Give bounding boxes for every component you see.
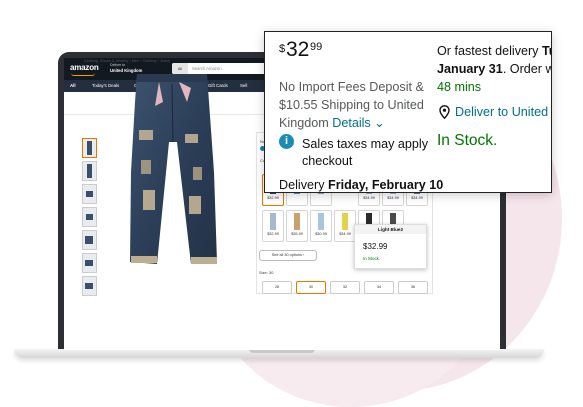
- color-swatch-7[interactable]: $32.99: [262, 210, 284, 242]
- price-currency: $: [279, 43, 286, 55]
- tooltip-price: $32.99: [363, 242, 388, 251]
- thumbnail-1[interactable]: [82, 138, 97, 158]
- size-label: Size: 30: [259, 270, 274, 275]
- thumbnail-6[interactable]: [82, 253, 97, 273]
- thumbnail-4[interactable]: [82, 207, 97, 227]
- tax-line-1: Sales taxes may apply: [302, 137, 428, 151]
- deliver-to-link[interactable]: Deliver to United King: [455, 105, 551, 119]
- in-stock-status: In Stock.: [437, 132, 498, 149]
- thumbnail-3[interactable]: [82, 184, 97, 204]
- size-option-34[interactable]: 34: [364, 281, 394, 294]
- nav-item-todays-deals[interactable]: Today's Deals: [92, 83, 119, 88]
- size-option-30[interactable]: 30: [296, 281, 326, 294]
- deliver-line1: Deliver to: [110, 63, 126, 67]
- thumbnail-2[interactable]: [82, 161, 97, 181]
- zoomed-buy-box: $ 32 99 No Import Fees Deposit & $10.55 …: [264, 31, 552, 193]
- nav-item-sell[interactable]: Sell: [240, 83, 247, 88]
- swatch-tooltip: Light Blue2 $32.99 In Stock.: [354, 224, 427, 269]
- color-swatch-8[interactable]: $35.99: [286, 210, 308, 242]
- see-all-options-button[interactable]: See all 30 options ›: [259, 250, 317, 261]
- thumbnail-7[interactable]: [82, 276, 97, 296]
- fastest-date: January 31: [437, 62, 503, 76]
- location-pin-icon: [439, 105, 450, 119]
- all-menu-button[interactable]: All: [70, 83, 76, 88]
- delivery-date-line: Delivery Friday, February 10: [279, 178, 444, 192]
- details-link[interactable]: Details: [332, 116, 371, 130]
- size-option-36[interactable]: 36: [398, 281, 428, 294]
- tooltip-stock: In Stock.: [363, 256, 381, 261]
- fees-line-3: Kingdom Details ⌄: [279, 116, 385, 130]
- size-option-28[interactable]: 28: [262, 281, 292, 294]
- tooltip-title: Light Blue2: [355, 225, 426, 234]
- size-option-32[interactable]: 32: [330, 281, 360, 294]
- info-icon: i: [279, 134, 294, 149]
- countdown-timer: 48 mins: [437, 80, 482, 94]
- fastest-date-line: January 31. Order wi: [437, 62, 552, 76]
- thumbnail-5[interactable]: [82, 230, 97, 250]
- product-image-jeans[interactable]: [117, 72, 227, 266]
- fastest-delivery-line: Or fastest delivery Tu: [437, 44, 551, 58]
- fees-line-1: No Import Fees Deposit &: [279, 80, 424, 94]
- price-fraction: 99: [310, 41, 323, 53]
- price-whole: 32: [286, 38, 310, 61]
- breadcrumb[interactable]: Clothing, Shoes & Jewelry › Men › Clothi…: [84, 59, 170, 63]
- amazon-smile-icon: [71, 73, 95, 76]
- amazon-logo[interactable]: amazon: [70, 63, 99, 72]
- color-swatch-9[interactable]: $30.99: [310, 210, 332, 242]
- color-swatch-10[interactable]: $34.99: [334, 210, 356, 242]
- fees-line-2: $10.55 Shipping to United: [279, 98, 424, 112]
- tax-line-2: checkout: [302, 154, 353, 168]
- delivery-date: Friday, February 10: [328, 178, 444, 192]
- chevron-down-icon[interactable]: ⌄: [374, 116, 385, 130]
